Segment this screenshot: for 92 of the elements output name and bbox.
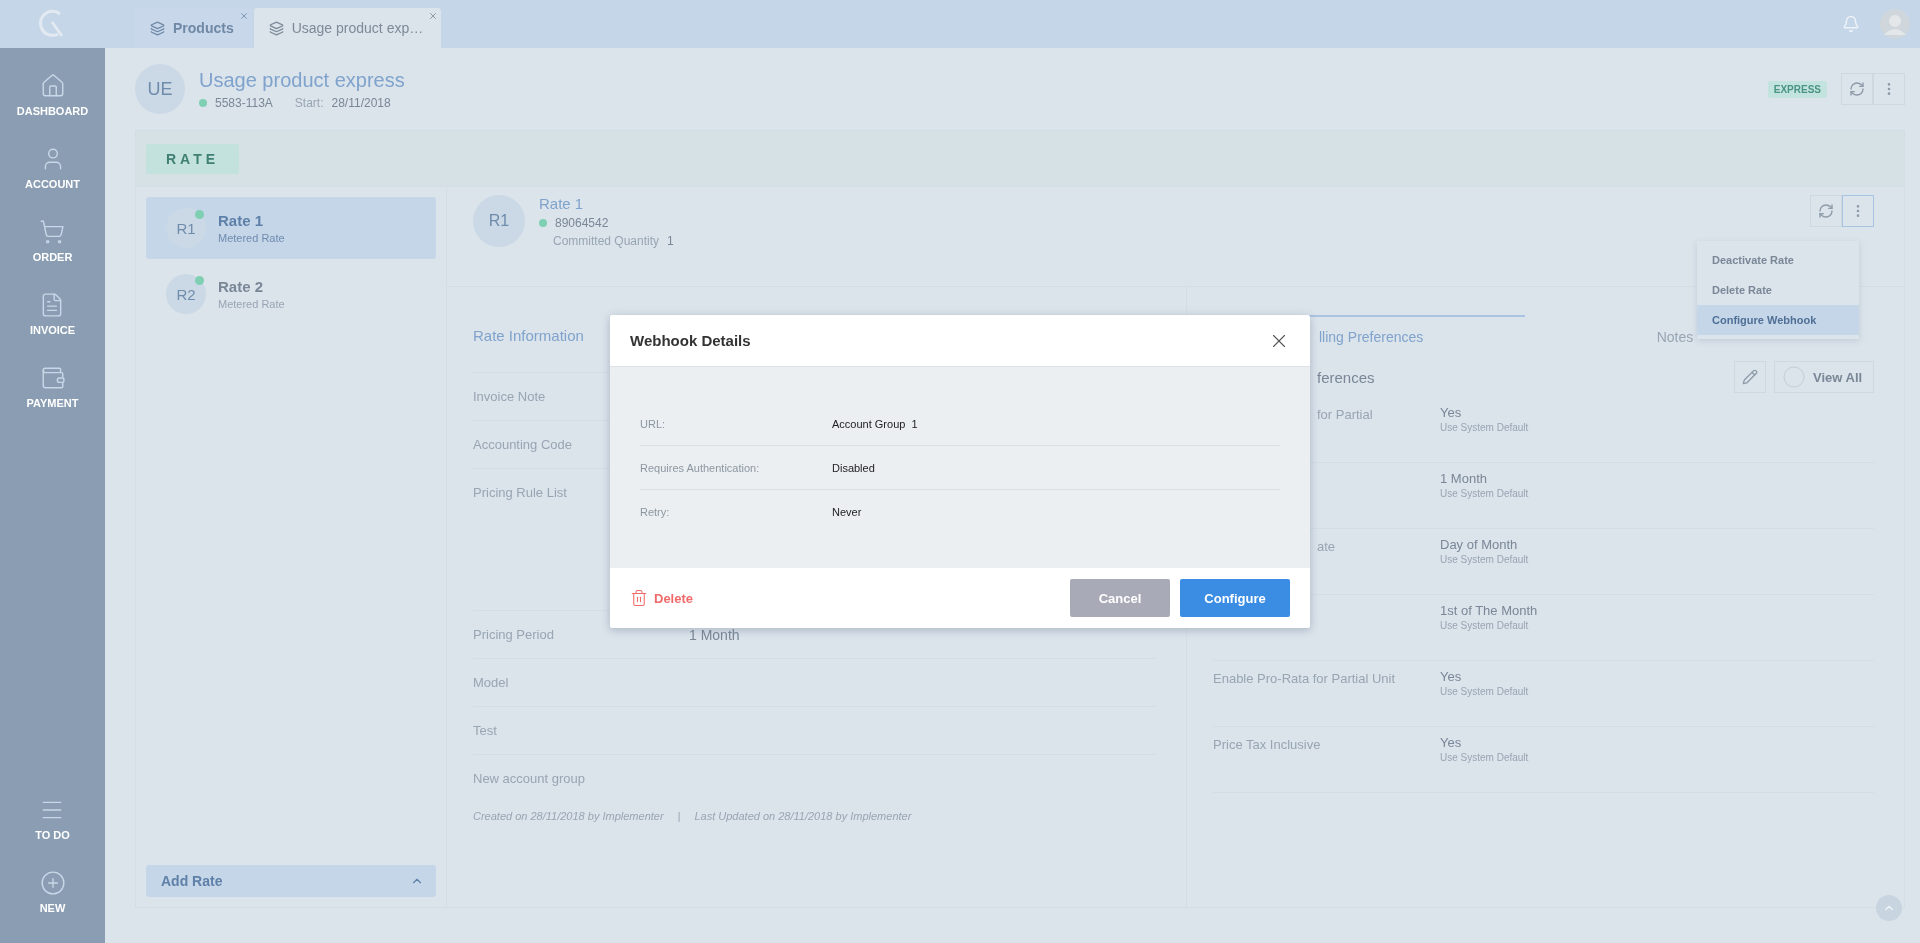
product-avatar: UE (135, 64, 185, 114)
refresh-icon (1849, 81, 1865, 97)
view-all-button[interactable]: View All (1774, 361, 1874, 393)
menu-item[interactable]: Deactivate Rate (1697, 245, 1859, 275)
plus-circle-icon (39, 870, 66, 896)
refresh-icon (1818, 203, 1834, 219)
rate-type: Metered Rate (218, 298, 285, 310)
field-label: Pricing Period (473, 627, 554, 642)
rate-type: Metered Rate (218, 232, 285, 244)
cancel-button[interactable]: Cancel (1070, 579, 1170, 617)
sidebar-item[interactable]: TO DO (35, 797, 70, 870)
bell-icon[interactable] (1842, 15, 1860, 33)
field-value: 1st of The Month (1440, 603, 1538, 618)
rate-name: Rate 2 (218, 278, 265, 295)
sidebar-item[interactable]: NEW (39, 870, 66, 943)
field-label: Retry: (640, 505, 671, 518)
field-value: Yes (1440, 669, 1463, 684)
field-value: 1 Month (1440, 471, 1488, 486)
product-id: 5583-113A (215, 95, 273, 110)
field-value: Never (832, 505, 862, 518)
sidebar-item[interactable]: PAYMENT (26, 365, 79, 438)
field-label: Test (473, 723, 497, 738)
menu-item[interactable]: Delete Rate (1697, 275, 1859, 305)
tab[interactable]: Usage product exp… (253, 8, 442, 48)
rate-item[interactable]: R1 Rate 1 Metered Rate (146, 197, 436, 259)
default-note: Use System Default (1440, 554, 1529, 565)
start-date: 28/11/2018 (331, 95, 391, 110)
default-note: Use System Default (1440, 620, 1530, 631)
default-note: Use System Default (1440, 752, 1529, 763)
default-note: Use System Default (1440, 488, 1529, 499)
field-value: 1 Month (689, 627, 740, 643)
trash-icon (630, 589, 648, 607)
cart-icon (39, 219, 66, 245)
product-title: Usage product express (199, 68, 406, 92)
field-label: Enable Pro-Rata for Partial Unit (1213, 671, 1396, 686)
default-note: Use System Default (1440, 686, 1529, 697)
rate-name: Rate 1 (218, 212, 265, 229)
section-title: ferences (1316, 368, 1376, 386)
field-value: Yes (1440, 405, 1463, 420)
field-label: New account group (473, 771, 585, 786)
field-label: Accounting Code (473, 437, 572, 452)
field-value: Yes (1440, 735, 1463, 750)
field-label: URL: (640, 417, 667, 430)
express-badge: EXPRESS (1767, 80, 1827, 98)
created-text: Created on 28/11/2018 by Implementer (473, 810, 664, 822)
field-label: Price Tax Inclusive (1213, 737, 1321, 752)
layers-icon (268, 20, 284, 36)
dialog-title: Webhook Details (630, 332, 751, 349)
field-label: for Partial (1317, 407, 1373, 422)
menu-item[interactable]: Configure Webhook (1697, 305, 1859, 335)
status-dot (539, 219, 547, 227)
rate-avatar: R1 (473, 195, 525, 247)
start-label: Start: (294, 95, 324, 110)
field-label: Invoice Note (473, 389, 546, 404)
sidebar-item[interactable]: INVOICE (29, 292, 76, 365)
field-label: Model (473, 675, 509, 690)
sidebar-item[interactable]: ACCOUNT (25, 146, 80, 219)
layers-icon (150, 20, 165, 36)
field-value: Account Group 1 (832, 417, 918, 430)
field-label: Pricing Rule List (473, 485, 567, 500)
status-dot (195, 210, 204, 219)
field-label: ate (1317, 539, 1336, 554)
default-note: Use System Default (1440, 422, 1529, 433)
sidebar-item[interactable]: ORDER (32, 219, 73, 292)
more-button[interactable] (1873, 73, 1905, 105)
field-label: Requires Authentication: (640, 461, 761, 474)
user-avatar-icon[interactable] (1880, 9, 1910, 39)
configure-button[interactable]: Configure (1180, 579, 1290, 617)
pencil-icon (1742, 369, 1758, 385)
rate-avatar: R1 (166, 208, 206, 248)
updated-text: Last Updated on 28/11/2018 by Implementer (694, 810, 912, 822)
rate-title: Rate 1 (539, 195, 585, 212)
add-rate-button[interactable]: Add Rate (146, 865, 436, 897)
sidebar-item[interactable]: DASHBOARD (16, 73, 89, 146)
committed-label: Committed Quantity (553, 234, 660, 248)
more-button[interactable] (1842, 195, 1874, 227)
separator-text: | (677, 810, 681, 822)
rate-item[interactable]: R2 Rate 2 Metered Rate (146, 263, 436, 325)
rate-avatar: R2 (166, 274, 206, 314)
refresh-button[interactable] (1841, 73, 1873, 105)
edit-button[interactable] (1734, 361, 1766, 393)
committed-value: 1 (667, 234, 674, 248)
status-dot (199, 98, 207, 107)
scroll-top-button[interactable] (1876, 895, 1902, 921)
refresh-button[interactable] (1810, 195, 1842, 227)
delete-button[interactable]: Delete (630, 589, 694, 607)
field-value: Disabled (832, 461, 875, 474)
status-dot (195, 276, 204, 285)
field-value: Day of Month (1440, 537, 1519, 552)
rate-tab[interactable]: RATE (146, 143, 240, 174)
rate-id: 89064542 (555, 216, 609, 230)
section-title: Rate Information (473, 327, 584, 344)
